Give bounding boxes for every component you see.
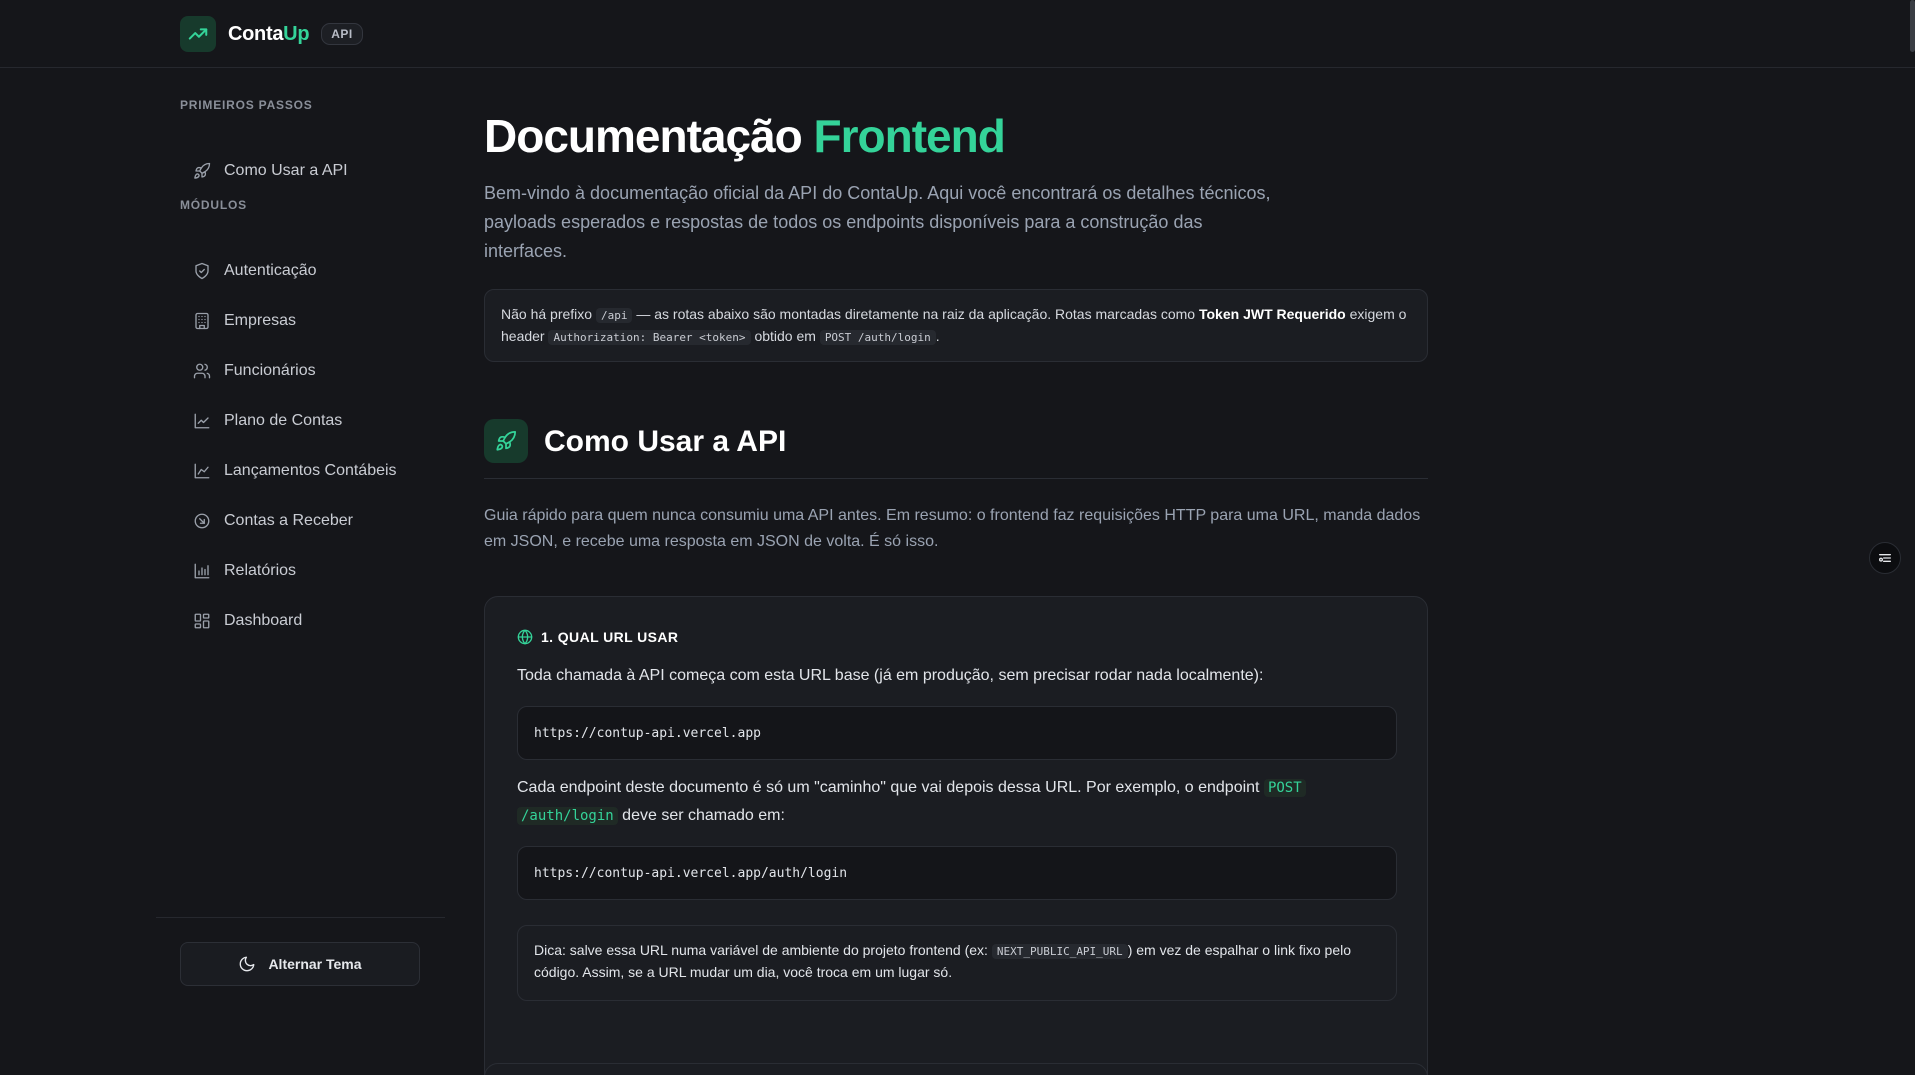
info-note: Não há prefixo /api — as rotas abaixo sã… [484,289,1428,362]
card-heading-label: 1. QUAL URL USAR [541,629,679,645]
sidebar-item-funcionarios[interactable]: Funcionários [180,351,445,391]
sidebar-item-dashboard[interactable]: Dashboard [180,601,445,641]
sidebar-item-label: Lançamentos Contábeis [224,462,397,479]
section-title: Como Usar a API [544,425,787,458]
note-text: — as rotas abaixo são montadas diretamen… [636,306,1196,322]
rocket-icon [484,419,528,463]
toggle-theme-button[interactable]: Alternar Tema [180,942,420,986]
inline-code: POST /auth/login [819,330,936,345]
sidebar-item-label: Dashboard [224,612,303,629]
sidebar-item-lancamentos-contabeis[interactable]: Lançamentos Contábeis [180,451,445,491]
page-title-part1: Documentação [484,110,803,162]
bar-chart-icon [192,561,212,581]
note-text: . [935,328,940,344]
sidebar-item-plano-de-contas[interactable]: Plano de Contas [180,401,445,441]
inline-code: Authorization: Bearer <token> [548,330,751,345]
note-text: obtido em [754,328,816,344]
sidebar-item-label: Plano de Contas [224,412,343,429]
sidebar-section-getting-started: PRIMEIROS PASSOS [180,98,313,112]
section-header: Como Usar a API [484,419,1428,479]
tip-box: Dica: salve essa URL numa variável de am… [517,925,1397,1001]
inline-code-method: POST [1263,779,1306,797]
next-card [484,1063,1428,1075]
top-bar: ContaUp API [0,0,1915,68]
card-heading: 1. QUAL URL USAR [517,629,678,645]
note-strong: Token JWT Requerido [1198,306,1346,322]
note-text: Não há prefixo [501,306,593,322]
globe-icon [517,629,533,645]
code-block-login-url[interactable]: https://contup-api.vercel.app/auth/login [517,846,1397,900]
sidebar-item-empresas[interactable]: Empresas [180,301,445,341]
sidebar: PRIMEIROS PASSOS Como Usar a API MÓDULOS… [0,69,445,1075]
brand[interactable]: ContaUp API [180,16,363,52]
rocket-icon [192,161,212,181]
brand-name-accent: Up [283,22,310,45]
sidebar-item-label: Contas a Receber [224,512,353,529]
sidebar-item-contas-a-receber[interactable]: Contas a Receber [180,501,445,541]
brand-name: ContaUp [228,22,310,46]
sidebar-item-como-usar-a-api[interactable]: Como Usar a API [180,151,445,191]
sidebar-section-modules: MÓDULOS [180,198,247,212]
card-text: Cada endpoint deste documento é só um "c… [517,774,1397,830]
users-icon [192,361,212,381]
list-icon [1877,550,1893,566]
url-card: 1. QUAL URL USAR Toda chamada à API come… [484,596,1428,1075]
card-text-part: Cada endpoint deste documento é só um "c… [517,779,1260,796]
line-chart-icon [192,461,212,481]
code-block-base-url[interactable]: https://contup-api.vercel.app [517,706,1397,760]
intro-text: Bem-vindo à documentação oficial da API … [484,183,1271,261]
inline-code: /api [595,308,633,323]
sidebar-item-label: Autenticação [224,262,317,279]
table-of-contents-button[interactable] [1869,542,1901,574]
line-chart-icon [192,411,212,431]
scrollbar-thumb[interactable] [1910,0,1915,52]
toggle-theme-label: Alternar Tema [268,956,362,972]
page-title: Documentação Frontend [484,109,1006,163]
section-description: Guia rápido para quem nunca consumiu uma… [484,507,1421,550]
sidebar-divider [156,917,445,918]
shield-icon [192,261,212,281]
moon-icon [238,955,256,973]
arrow-circle-icon [192,511,212,531]
page-title-part2: Frontend [813,110,1006,162]
tip-text: Dica: salve essa URL numa variável de am… [534,942,988,958]
sidebar-item-autenticacao[interactable]: Autenticação [180,251,445,291]
building-icon [192,311,212,331]
code-block-text: https://contup-api.vercel.app [534,725,761,741]
sidebar-item-relatorios[interactable]: Relatórios [180,551,445,591]
api-badge: API [321,23,363,45]
card-text: Toda chamada à API começa com esta URL b… [517,667,1264,684]
sidebar-item-label: Relatórios [224,562,297,579]
brand-name-primary: Conta [228,22,284,45]
trending-up-icon [180,16,216,52]
dashboard-icon [192,611,212,631]
code-block-text: https://contup-api.vercel.app/auth/login [534,865,848,881]
card-text-part: deve ser chamado em: [622,807,785,824]
sidebar-item-label: Como Usar a API [224,162,348,179]
sidebar-item-label: Funcionários [224,362,316,379]
inline-code-path: /auth/login [517,807,618,825]
sidebar-item-label: Empresas [224,312,297,329]
inline-code: NEXT_PUBLIC_API_URL [991,944,1128,959]
